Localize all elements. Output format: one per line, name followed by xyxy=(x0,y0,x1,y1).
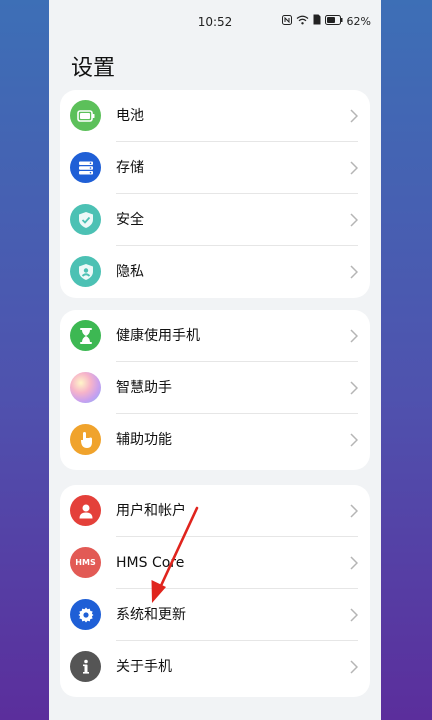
chevron-right-icon xyxy=(350,213,358,227)
chevron-right-icon xyxy=(350,265,358,279)
chevron-right-icon xyxy=(350,556,358,570)
chevron-right-icon xyxy=(350,161,358,175)
settings-item-label: 安全 xyxy=(116,212,144,228)
settings-item-assistant[interactable]: 智慧助手 xyxy=(60,362,370,414)
storage-icon xyxy=(70,152,101,183)
settings-item-security[interactable]: 安全 xyxy=(60,194,370,246)
settings-screen: 10:52 62% 设置 电池 存储 安全 隐私 健康使用手机 智慧助手 辅助功… xyxy=(49,0,381,720)
settings-item-label: 用户和帐户 xyxy=(116,503,186,519)
sim-icon xyxy=(313,14,321,28)
chevron-right-icon xyxy=(350,608,358,622)
settings-item-accessibility[interactable]: 辅助功能 xyxy=(60,414,370,466)
settings-item-label: 隐私 xyxy=(116,264,144,280)
settings-item-label: 智慧助手 xyxy=(116,380,172,396)
battery-status-icon xyxy=(324,14,343,28)
battery-icon xyxy=(70,100,101,131)
settings-item-hms-core[interactable]: HMS HMS Core xyxy=(60,537,370,589)
settings-item-label: 健康使用手机 xyxy=(116,328,200,344)
settings-item-label: 系统和更新 xyxy=(116,607,186,623)
battery-percent: 62% xyxy=(346,14,371,28)
settings-group-wellbeing: 健康使用手机 智慧助手 辅助功能 xyxy=(60,310,370,470)
chevron-right-icon xyxy=(350,109,358,123)
settings-item-about-phone[interactable]: 关于手机 xyxy=(60,641,370,693)
shield-check-icon xyxy=(70,204,101,235)
hms-logo-text: HMS xyxy=(75,558,96,567)
settings-item-digital-balance[interactable]: 健康使用手机 xyxy=(60,310,370,362)
assistant-icon xyxy=(70,372,101,403)
settings-item-battery[interactable]: 电池 xyxy=(60,90,370,142)
privacy-icon xyxy=(70,256,101,287)
chevron-right-icon xyxy=(350,504,358,518)
user-icon xyxy=(70,495,101,526)
nfc-icon xyxy=(281,14,292,28)
hourglass-icon xyxy=(70,320,101,351)
status-icons: 62% xyxy=(281,14,371,28)
settings-item-label: 电池 xyxy=(116,108,144,124)
chevron-right-icon xyxy=(350,660,358,674)
settings-item-storage[interactable]: 存储 xyxy=(60,142,370,194)
chevron-right-icon xyxy=(350,329,358,343)
hms-icon: HMS xyxy=(70,547,101,578)
settings-item-label: 辅助功能 xyxy=(116,432,172,448)
info-icon xyxy=(70,651,101,682)
settings-group-device: 电池 存储 安全 隐私 xyxy=(60,90,370,298)
hand-icon xyxy=(70,424,101,455)
settings-item-users-accounts[interactable]: 用户和帐户 xyxy=(60,485,370,537)
settings-group-system: 用户和帐户 HMS HMS Core 系统和更新 关于手机 xyxy=(60,485,370,697)
settings-item-label: 关于手机 xyxy=(116,659,172,675)
settings-item-label: HMS Core xyxy=(116,555,185,571)
system-update-icon xyxy=(70,599,101,630)
settings-item-privacy[interactable]: 隐私 xyxy=(60,246,370,298)
status-bar: 10:52 62% xyxy=(49,0,381,44)
page-title: 设置 xyxy=(71,56,116,81)
settings-item-system-updates[interactable]: 系统和更新 xyxy=(60,589,370,641)
wifi-icon xyxy=(296,15,309,28)
chevron-right-icon xyxy=(350,433,358,447)
chevron-right-icon xyxy=(350,381,358,395)
settings-item-label: 存储 xyxy=(116,160,144,176)
